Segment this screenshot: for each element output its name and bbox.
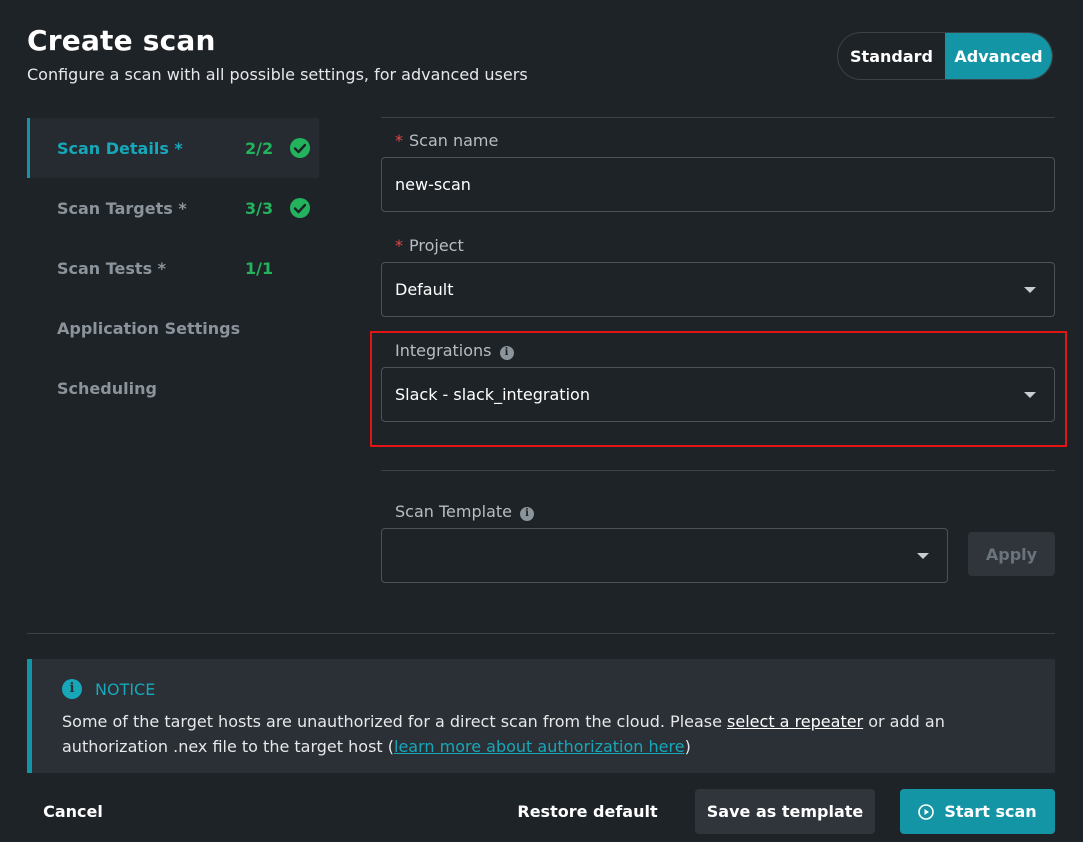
scan-name-label: * Scan name <box>395 131 498 150</box>
info-icon[interactable]: i <box>520 507 534 521</box>
mode-advanced-button[interactable]: Advanced <box>945 33 1052 79</box>
restore-default-button[interactable]: Restore default <box>510 790 665 832</box>
mode-standard-button[interactable]: Standard <box>838 33 945 79</box>
integrations-select-value: Slack - slack_integration <box>395 385 590 404</box>
play-circle-icon <box>918 803 935 820</box>
sidebar-item-scan-tests[interactable]: Scan Tests * 1/1 <box>27 238 319 298</box>
notice-text-part: Some of the target hosts are unauthorize… <box>62 712 728 731</box>
chevron-down-icon <box>917 552 929 559</box>
save-as-template-button[interactable]: Save as template <box>695 789 875 834</box>
sidebar-item-scan-targets[interactable]: Scan Targets * 3/3 <box>27 178 319 238</box>
project-select-value: Default <box>395 280 454 299</box>
divider <box>381 470 1055 471</box>
start-scan-label: Start scan <box>944 802 1037 821</box>
scan-template-label: Scan Template i <box>395 502 534 521</box>
sidebar-item-scan-details[interactable]: Scan Details * 2/2 <box>27 118 319 178</box>
check-circle-icon <box>290 138 310 158</box>
sidebar-item-count: 1/1 <box>245 258 274 278</box>
scan-template-select[interactable] <box>381 528 948 583</box>
notice-text-part: ) <box>684 737 691 756</box>
sidebar-item-application-settings[interactable]: Application Settings <box>27 298 319 358</box>
check-circle-icon <box>290 198 310 218</box>
mode-toggle: Standard Advanced <box>837 32 1053 80</box>
cancel-button[interactable]: Cancel <box>27 790 119 832</box>
integrations-select[interactable]: Slack - slack_integration <box>381 367 1055 422</box>
scan-name-label-text: Scan name <box>409 131 499 150</box>
start-scan-button[interactable]: Start scan <box>900 789 1055 834</box>
info-icon: i <box>62 679 82 699</box>
notice-title-text: NOTICE <box>95 679 156 699</box>
sidebar-item-label: Scheduling <box>57 378 157 398</box>
chevron-down-icon <box>1024 286 1036 293</box>
learn-more-link[interactable]: learn more about authorization here <box>394 737 685 756</box>
sidebar-item-label: Application Settings <box>57 318 241 338</box>
page-title: Create scan <box>27 24 216 57</box>
info-icon[interactable]: i <box>499 346 514 360</box>
apply-template-button[interactable]: Apply <box>968 532 1055 576</box>
sidebar-item-count: 2/2 <box>245 138 274 158</box>
integrations-label-text: Integrations <box>395 341 492 360</box>
project-label-text: Project <box>409 236 464 255</box>
integrations-label: Integrations i <box>395 341 514 360</box>
required-mark: * <box>395 131 403 150</box>
scan-name-input[interactable]: new-scan <box>381 157 1055 212</box>
required-mark: * <box>395 236 403 255</box>
notice-text: Some of the target hosts are unauthorize… <box>62 709 1042 759</box>
page-subtitle: Configure a scan with all possible setti… <box>27 65 528 84</box>
sidebar-item-label: Scan Details * <box>57 138 183 158</box>
sidebar-item-label: Scan Tests * <box>57 258 167 278</box>
divider <box>27 633 1055 634</box>
sidebar-item-label: Scan Targets * <box>57 198 187 218</box>
project-label: * Project <box>395 236 464 255</box>
sidebar-item-scheduling[interactable]: Scheduling <box>27 358 319 418</box>
chevron-down-icon <box>1024 391 1036 398</box>
scan-template-label-text: Scan Template <box>395 502 512 521</box>
divider <box>381 117 1055 118</box>
project-select[interactable]: Default <box>381 262 1055 317</box>
sidebar-item-count: 3/3 <box>245 198 274 218</box>
notice-title: i NOTICE <box>62 679 155 699</box>
select-repeater-link[interactable]: select a repeater <box>727 712 863 731</box>
